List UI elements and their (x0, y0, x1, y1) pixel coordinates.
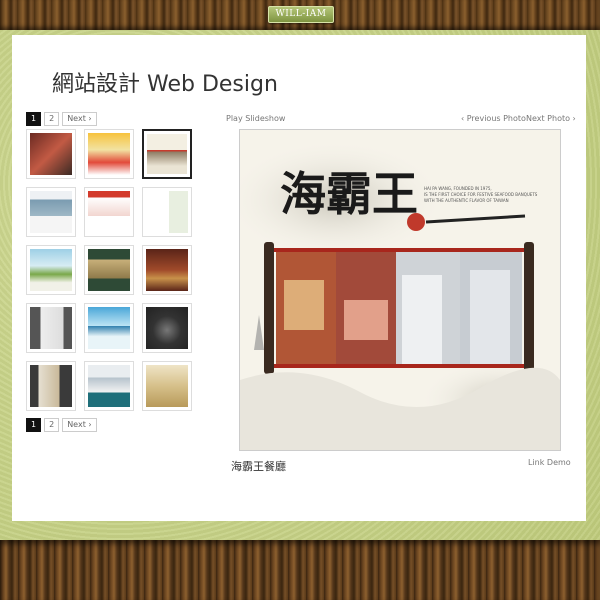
thumbnail[interactable] (142, 303, 192, 353)
thumbnail[interactable] (26, 361, 76, 411)
page-2-button[interactable]: 2 (44, 418, 60, 432)
thumbnail[interactable] (84, 361, 134, 411)
link-demo[interactable]: Link Demo (528, 458, 571, 467)
page-2-button[interactable]: 2 (44, 112, 60, 126)
photo-caption: 海霸王餐廳 (231, 460, 286, 473)
thumbnail[interactable] (84, 187, 134, 237)
thumbnail[interactable] (26, 303, 76, 353)
photo-brand-text: 海霸王 (280, 167, 418, 221)
thumbnail[interactable] (84, 303, 134, 353)
footer-bar (0, 540, 600, 600)
thumbnail-selected[interactable] (142, 129, 192, 179)
site-logo[interactable]: WILL-IAM (268, 6, 334, 23)
thumbnail[interactable] (142, 187, 192, 237)
next-page-button[interactable]: Next › (62, 112, 97, 126)
next-page-button[interactable]: Next › (62, 418, 97, 432)
thumbnail[interactable] (26, 245, 76, 295)
main-photo[interactable]: 海霸王 HAI PA WANG, FOUNDED IN 1975, IS THE… (239, 129, 561, 451)
header-bar: WILL-IAM (0, 0, 600, 30)
thumbnail[interactable] (26, 187, 76, 237)
page-title: 網站設計 Web Design (52, 72, 278, 97)
page-1-button[interactable]: 1 (26, 418, 42, 432)
page-1-button[interactable]: 1 (26, 112, 42, 126)
photo-image: 海霸王 HAI PA WANG, FOUNDED IN 1975, IS THE… (240, 130, 560, 450)
previous-photo-link[interactable]: ‹ Previous Photo (461, 114, 526, 123)
thumbnail[interactable] (142, 245, 192, 295)
thumbnail[interactable] (142, 361, 192, 411)
thumbnail[interactable] (84, 245, 134, 295)
next-photo-link[interactable]: Next Photo › (526, 114, 576, 123)
pagination-bottom: 1 2 Next › (26, 418, 97, 432)
thumbnail[interactable] (84, 129, 134, 179)
thumbnail[interactable] (26, 129, 76, 179)
play-slideshow-link[interactable]: Play Slideshow (226, 114, 285, 123)
pagination-top: 1 2 Next › (26, 112, 97, 126)
svg-text:IS THE FIRST CHOICE FOR FESTIV: IS THE FIRST CHOICE FOR FESTIVE SEAFOOD … (424, 192, 538, 197)
svg-text:WITH THE AUTHENTIC FLAVOR OF T: WITH THE AUTHENTIC FLAVOR OF TAIWAN (424, 198, 509, 203)
svg-text:HAI PA WANG, FOUNDED IN 1975,: HAI PA WANG, FOUNDED IN 1975, (424, 186, 492, 191)
